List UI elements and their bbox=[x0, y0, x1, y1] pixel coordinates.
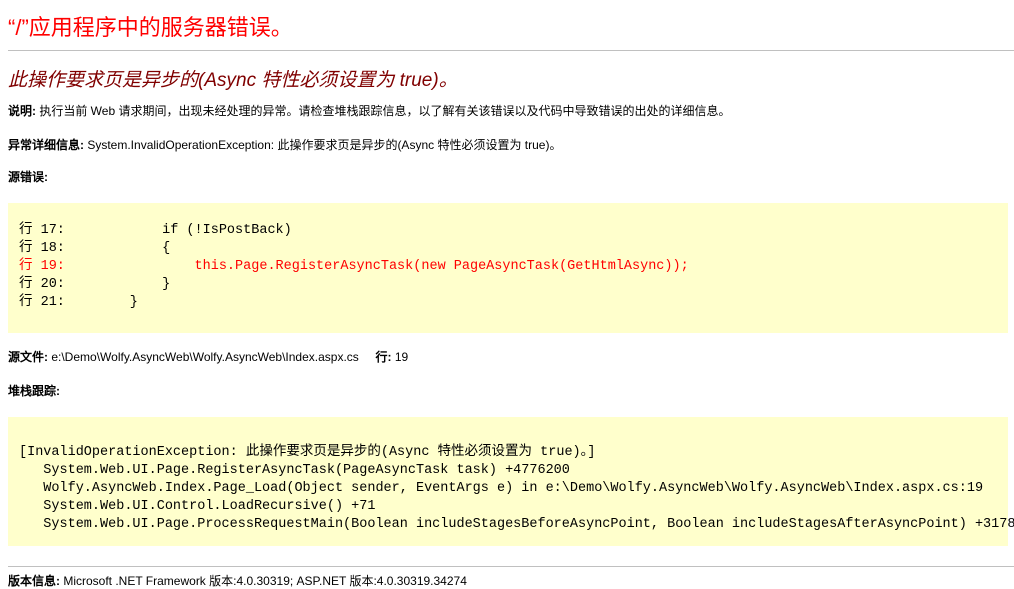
stack-line: Wolfy.AsyncWeb.Index.Page_Load(Object se… bbox=[19, 481, 984, 496]
code-line: 行 18: { bbox=[19, 241, 171, 256]
stack-line: System.Web.UI.Page.ProcessRequestMain(Bo… bbox=[19, 517, 1014, 532]
divider bbox=[8, 50, 1014, 51]
code-line-error: 行 19: this.Page.RegisterAsyncTask(new Pa… bbox=[19, 259, 689, 274]
code-line: 行 20: } bbox=[19, 277, 171, 292]
version-info: 版本信息: Microsoft .NET Framework 版本:4.0.30… bbox=[8, 573, 1014, 589]
exception-label: 异常详细信息: bbox=[8, 138, 84, 152]
description-label: 说明: bbox=[8, 104, 36, 118]
stack-line: [InvalidOperationException: 此操作要求页是异步的(A… bbox=[19, 445, 596, 460]
line-number: 19 bbox=[394, 350, 409, 364]
stack-line: System.Web.UI.Page.RegisterAsyncTask(Pag… bbox=[19, 463, 570, 478]
exception-details: 异常详细信息: System.InvalidOperationException… bbox=[8, 137, 1014, 153]
source-file-path: e:\Demo\Wolfy.AsyncWeb\Wolfy.AsyncWeb\In… bbox=[51, 350, 359, 364]
stack-line: System.Web.UI.Control.LoadRecursive() +7… bbox=[19, 499, 376, 514]
error-heading: 此操作要求页是异步的(Async 特性必须设置为 true)。 bbox=[8, 70, 458, 91]
version-text: Microsoft .NET Framework 版本:4.0.30319; A… bbox=[63, 574, 467, 588]
page-title: “/”应用程序中的服务器错误。 bbox=[8, 15, 293, 40]
code-line: 行 17: if (!IsPostBack) bbox=[19, 223, 292, 238]
exception-text: System.InvalidOperationException: 此操作要求页… bbox=[87, 138, 562, 152]
source-file: 源文件: e:\Demo\Wolfy.AsyncWeb\Wolfy.AsyncW… bbox=[8, 349, 1014, 365]
description: 说明: 执行当前 Web 请求期间，出现未经处理的异常。请检查堆栈跟踪信息，以了… bbox=[8, 103, 1014, 119]
description-text: 执行当前 Web 请求期间，出现未经处理的异常。请检查堆栈跟踪信息，以了解有关该… bbox=[39, 104, 731, 118]
divider bbox=[8, 566, 1014, 567]
stack-trace-label: 堆栈跟踪: bbox=[8, 383, 1014, 399]
source-error-label: 源错误: bbox=[8, 169, 1014, 185]
source-file-label: 源文件: bbox=[8, 350, 48, 364]
source-error-heading: 源错误: bbox=[8, 170, 48, 184]
source-code-block: 行 17: if (!IsPostBack) 行 18: { 行 19: this.… bbox=[8, 203, 1008, 333]
stack-trace-block: [InvalidOperationException: 此操作要求页是异步的(A… bbox=[8, 417, 1014, 546]
version-label: 版本信息: bbox=[8, 574, 60, 588]
line-label: 行: bbox=[375, 350, 392, 364]
stack-trace-heading: 堆栈跟踪: bbox=[8, 384, 60, 398]
code-line: 行 21: } bbox=[19, 295, 138, 310]
